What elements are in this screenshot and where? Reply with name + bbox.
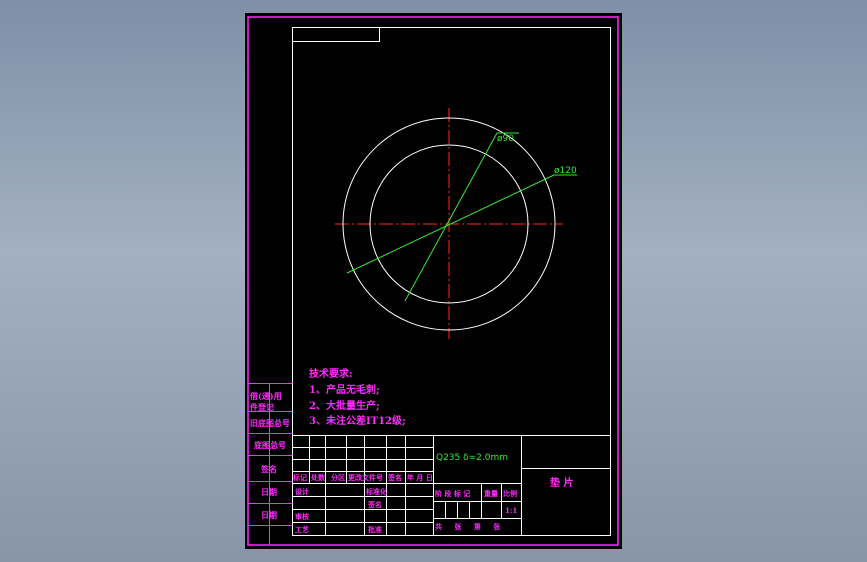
label-process: 工艺 bbox=[295, 525, 309, 534]
tech-req-item-1: 1、产品无毛刺; bbox=[309, 385, 380, 396]
dimension-lines bbox=[346, 132, 577, 302]
rev-header-zone: 分区 bbox=[331, 473, 345, 482]
label-signature-2: 签名 bbox=[368, 500, 382, 509]
stage-header: 阶 段 标 记 bbox=[435, 489, 471, 498]
rev-header-doc-no: 更改文件号 bbox=[348, 473, 383, 482]
label-signature: 签名 bbox=[261, 464, 277, 474]
label-base-drawing-no: 底图总号 bbox=[254, 440, 286, 450]
sheet-count: 共 张 第 张 bbox=[435, 522, 501, 531]
dim-text-inner: ø90 bbox=[497, 134, 514, 144]
centerlines bbox=[335, 108, 563, 339]
label-date-1: 日期 bbox=[261, 487, 277, 497]
weight-header: 重量 bbox=[484, 489, 498, 498]
rev-header-sign: 签名 bbox=[388, 473, 402, 482]
drawing-canvas bbox=[247, 16, 619, 546]
material-spec: Q235 δ=2.0mm bbox=[436, 453, 509, 463]
rev-header-mark: 标记 bbox=[293, 473, 307, 482]
drawing-number-tab bbox=[292, 27, 380, 42]
label-design: 设计 bbox=[295, 487, 309, 496]
dim-text-outer: ø120 bbox=[554, 166, 577, 176]
label-approve: 批准 bbox=[368, 525, 382, 534]
tech-req-title: 技术要求: bbox=[309, 369, 353, 380]
label-review: 审核 bbox=[295, 512, 309, 521]
tech-req-item-3: 3、未注公差IT12级; bbox=[309, 416, 406, 427]
rev-header-count: 处数 bbox=[311, 473, 325, 482]
drawing-sheet: ø90 ø120 技术要求: 1、产品无毛刺; 2、大批量生产; 3、未注公差I… bbox=[245, 13, 622, 549]
rev-header-date: 年 月 日 bbox=[407, 473, 433, 482]
label-used-on-2: 件登记 bbox=[250, 402, 274, 412]
scale-header: 比例 bbox=[503, 489, 517, 498]
scale-value: 1:1 bbox=[505, 506, 518, 515]
label-date-2: 日期 bbox=[261, 510, 277, 520]
label-used-on-1: 借(通)用 bbox=[250, 391, 282, 401]
tech-req-item-2: 2、大批量生产; bbox=[309, 401, 380, 412]
label-standardization: 标准化 bbox=[366, 487, 387, 496]
label-old-drawing-no: 旧底图总号 bbox=[250, 418, 290, 428]
dim-line-inner bbox=[404, 132, 498, 302]
part-name: 垫 片 bbox=[550, 478, 574, 489]
